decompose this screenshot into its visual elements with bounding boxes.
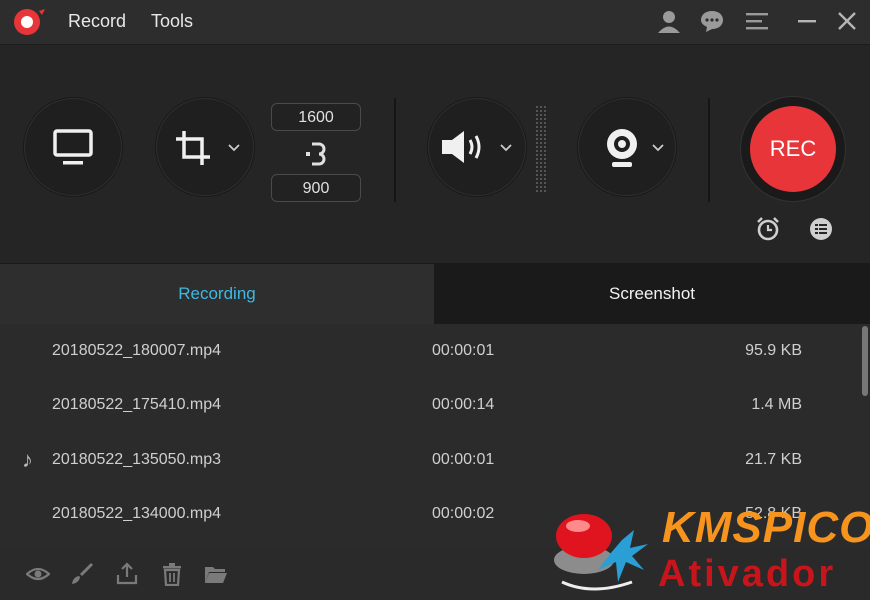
chat-icon[interactable] <box>699 8 725 34</box>
file-name: 20180522_180007.mp4 <box>52 342 222 359</box>
watermark-line2: Ativador <box>658 553 837 595</box>
music-note-icon: ♪ <box>22 447 33 472</box>
chevron-down-icon[interactable] <box>500 144 512 152</box>
user-icon[interactable] <box>656 8 682 34</box>
chevron-down-icon[interactable] <box>652 144 664 152</box>
task-list-icon[interactable] <box>808 216 834 242</box>
red-button-logo-icon <box>554 514 648 591</box>
eye-icon[interactable] <box>26 562 50 586</box>
rec-button[interactable]: REC <box>750 106 836 192</box>
volume-meter <box>536 106 548 192</box>
width-field[interactable]: 1600 <box>271 103 361 131</box>
speaker-icon <box>442 131 481 163</box>
file-size: 95.9 KB <box>745 342 802 359</box>
brush-icon[interactable] <box>70 562 94 586</box>
file-size: 21.7 KB <box>745 451 802 468</box>
monitor-icon <box>53 129 93 165</box>
minimize-icon[interactable] <box>794 8 820 34</box>
list-scrollbar[interactable] <box>862 326 868 396</box>
file-duration: 00:00:01 <box>432 451 495 468</box>
file-duration: 00:00:14 <box>432 396 495 413</box>
app-logo-icon <box>14 9 45 35</box>
list-item[interactable]: ♪ 20180522_135050.mp3 00:00:01 21.7 KB <box>0 433 860 487</box>
chevron-down-icon[interactable] <box>228 144 240 152</box>
webcam-button[interactable] <box>578 98 676 196</box>
crop-icon <box>176 131 210 165</box>
list-item[interactable]: 20180522_180007.mp4 00:00:01 95.9 KB <box>0 324 860 378</box>
list-item[interactable]: 20180522_175410.mp4 00:00:14 1.4 MB <box>0 378 860 432</box>
audio-button[interactable] <box>428 98 526 196</box>
link-aspect-icon[interactable] <box>305 139 327 169</box>
file-duration: 00:00:02 <box>432 505 495 522</box>
region-button[interactable] <box>156 98 254 196</box>
divider <box>394 98 396 202</box>
folder-icon[interactable] <box>204 562 228 586</box>
title-bar: Record Tools <box>0 0 870 45</box>
height-field[interactable]: 900 <box>271 174 361 202</box>
file-name: 20180522_175410.mp4 <box>52 396 222 413</box>
share-icon[interactable] <box>115 562 139 586</box>
file-size: 1.4 MB <box>751 396 802 413</box>
tab-recording[interactable]: Recording <box>0 264 434 324</box>
menu-tools[interactable]: Tools <box>151 11 193 32</box>
file-tabs: Recording Screenshot <box>0 264 870 324</box>
close-icon[interactable] <box>834 8 860 34</box>
watermark-line1: KMSPICO <box>662 503 870 552</box>
divider <box>708 98 710 202</box>
file-duration: 00:00:01 <box>432 342 495 359</box>
tab-screenshot[interactable]: Screenshot <box>434 264 870 324</box>
trash-icon[interactable] <box>160 562 184 586</box>
file-name: 20180522_135050.mp3 <box>52 451 222 468</box>
fullscreen-button[interactable] <box>24 98 122 196</box>
alarm-clock-icon[interactable] <box>755 216 781 242</box>
menu-record[interactable]: Record <box>68 11 126 32</box>
webcam-icon <box>607 129 637 167</box>
menu-icon[interactable] <box>744 8 770 34</box>
watermark: KMSPICO Ativador <box>550 500 870 600</box>
file-name: 20180522_134000.mp4 <box>52 505 222 522</box>
